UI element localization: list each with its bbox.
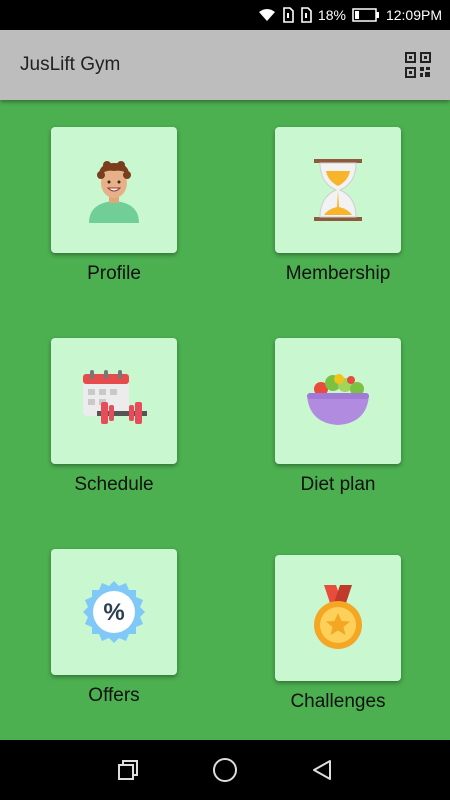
offers-button[interactable]: % [51,549,177,675]
app-bar: JusLift Gym [0,30,450,100]
back-icon [312,760,331,780]
recent-apps-button[interactable] [108,750,148,790]
home-button[interactable] [205,750,245,790]
back-button[interactable] [302,750,342,790]
tile-label-offers: Offers [88,685,140,706]
dashboard-grid: Profile Membership Schedule Diet plan % … [0,100,450,740]
sim2-icon [300,7,312,23]
home-icon [212,758,237,782]
wifi-icon [258,8,276,22]
battery-icon [352,8,380,22]
tile-label-profile: Profile [87,263,141,284]
tile-label-diet-plan: Diet plan [300,474,376,495]
tile-diet-plan: Diet plan [275,338,401,496]
tile-label-challenges: Challenges [290,691,386,712]
sim1-icon [282,7,294,23]
tile-label-schedule: Schedule [74,474,154,495]
profile-avatar-icon [89,161,139,223]
system-nav-bar [0,740,450,800]
diet-plan-button[interactable] [275,338,401,464]
recent-apps-icon [118,760,139,780]
tile-schedule: Schedule [51,338,177,496]
profile-button[interactable] [51,127,177,253]
svg-text:%: % [103,599,124,626]
hourglass-icon [314,159,362,221]
status-bar: 18% 12:09PM [0,0,450,30]
calendar-dumbbell-icon [83,370,147,424]
app-title: JusLift Gym [20,54,121,75]
salad-bowl-icon [307,374,369,425]
medal-icon [314,585,362,649]
qr-code-button[interactable] [404,51,432,79]
qr-code-icon [405,52,431,78]
tile-label-membership: Membership [285,263,391,284]
battery-percent: 18% [317,7,346,23]
tile-membership: Membership [275,127,401,285]
tile-challenges: Challenges [275,555,401,713]
clock: 12:09PM [385,7,442,23]
tile-offers: % Offers [51,549,177,707]
discount-badge-icon: % [83,581,145,643]
challenges-button[interactable] [275,555,401,681]
membership-button[interactable] [275,127,401,253]
schedule-button[interactable] [51,338,177,464]
tile-profile: Profile [51,127,177,285]
